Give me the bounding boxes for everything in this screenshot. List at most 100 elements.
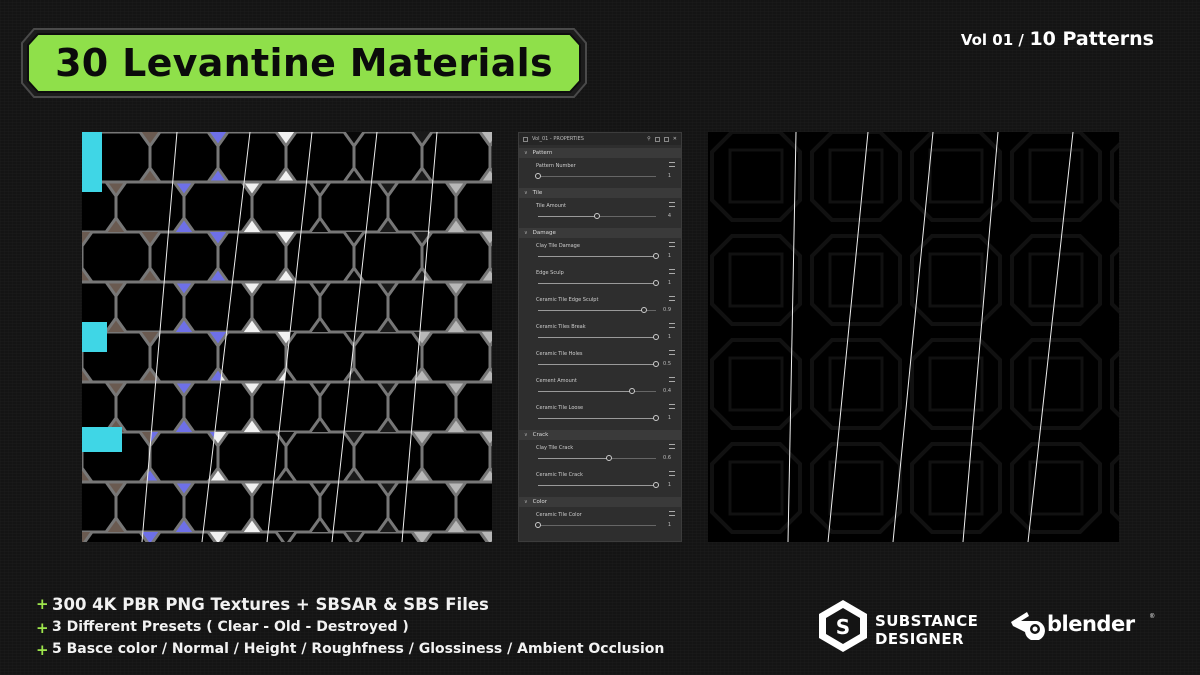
reset-icon[interactable] [669, 269, 675, 274]
maximize-icon[interactable] [663, 136, 669, 142]
close-icon[interactable]: ✕ [673, 136, 677, 142]
blender-logo: blender ® [1007, 608, 1157, 648]
slider-knob[interactable] [653, 280, 659, 286]
param-row: Clay Tile Damage 1 [519, 238, 681, 265]
slider-fill [538, 364, 656, 365]
param-label: Ceramic Tile Loose [536, 405, 584, 411]
substance-designer-logo: S SUBSTANCE DESIGNER [815, 598, 985, 654]
param-row: Ceramic Tile Color 1 [519, 507, 681, 534]
chevron-down-icon: ∨ [524, 190, 528, 196]
reset-icon[interactable] [669, 471, 675, 476]
section-header-pattern[interactable]: ∨ Pattern [519, 148, 681, 158]
param-row: Clay Tile Crack 0.6 [519, 440, 681, 467]
param-row: Edge Sculp 1 [519, 265, 681, 292]
param-value: 1 [667, 334, 671, 340]
reset-icon[interactable] [669, 202, 675, 207]
slider-fill [538, 216, 597, 217]
slider-knob[interactable] [653, 482, 659, 488]
panel-body: ∨ Pattern Pattern Number 1 ∨ Tile Tile Amount 4… [519, 148, 681, 534]
window-icon[interactable] [654, 136, 660, 142]
section-header-tile[interactable]: ∨ Tile [519, 188, 681, 198]
reset-icon[interactable] [669, 511, 675, 516]
slider-knob[interactable] [653, 334, 659, 340]
reset-icon[interactable] [669, 162, 675, 167]
param-label: Clay Tile Crack [536, 445, 574, 451]
title-badge: 30 Levantine Materials [20, 25, 588, 101]
slider-fill [538, 283, 656, 284]
slider-knob[interactable] [629, 388, 636, 394]
param-value: 0.6 [663, 455, 671, 461]
page-title: 30 Levantine Materials [55, 41, 553, 85]
reset-icon[interactable] [669, 377, 675, 382]
param-label: Ceramic Tiles Break [536, 324, 586, 330]
designer-label: DESIGNER [875, 630, 964, 648]
left-material-preview [82, 132, 492, 542]
plus-icon: + [36, 619, 49, 637]
pin-icon[interactable]: ⚲ [647, 136, 651, 142]
blender-icon [1011, 612, 1045, 640]
slider-fill [538, 418, 656, 419]
slider-knob[interactable] [535, 522, 541, 528]
feature-item: + 300 4K PBR PNG Textures + SBSAR & SBS … [36, 595, 489, 614]
section-header-color[interactable]: ∨ Color [519, 497, 681, 507]
feature-list: + 300 4K PBR PNG Textures + SBSAR & SBS … [36, 595, 664, 663]
slider-fill [538, 256, 656, 257]
reset-icon[interactable] [669, 444, 675, 449]
slider-knob[interactable] [641, 307, 648, 313]
volume-number: Vol 01 / [960, 31, 1024, 49]
plus-icon: + [36, 641, 49, 659]
reset-icon[interactable] [669, 242, 675, 247]
param-row: Ceramic Tile Edge Sculpt 0.9 [519, 292, 681, 319]
param-label: Tile Amount [536, 203, 566, 209]
param-value: 1 [667, 415, 671, 421]
param-label: Pattern Number [536, 163, 576, 169]
chevron-down-icon: ∨ [524, 150, 528, 156]
param-row: Ceramic Tile Crack 1 [519, 467, 681, 494]
param-value: 1 [667, 173, 671, 179]
reset-icon[interactable] [669, 296, 675, 301]
param-row: Ceramic Tiles Break 1 [519, 319, 681, 346]
reset-icon[interactable] [669, 323, 675, 328]
slider-knob[interactable] [605, 455, 612, 461]
slider-knob[interactable] [535, 173, 541, 179]
param-label: Edge Sculp [536, 270, 564, 276]
section-header-crack[interactable]: ∨ Crack [519, 430, 681, 440]
slider-knob[interactable] [594, 213, 600, 219]
param-row: Pattern Number 1 [519, 158, 681, 185]
param-label: Ceramic Tile Crack [536, 472, 583, 478]
slider-knob[interactable] [653, 253, 659, 259]
slider-fill [538, 485, 656, 486]
right-material-preview [708, 132, 1119, 542]
slider-knob[interactable] [653, 361, 659, 367]
param-value: 1 [667, 522, 671, 528]
document-icon [523, 136, 528, 142]
chevron-down-icon: ∨ [524, 230, 528, 236]
section-header-damage[interactable]: ∨ Damage [519, 228, 681, 238]
param-row: Tile Amount 4 [519, 198, 681, 225]
svg-text:S: S [836, 615, 850, 639]
slider-fill [538, 458, 609, 459]
param-label: Ceramic Tile Holes [536, 351, 583, 357]
slider-knob[interactable] [653, 415, 659, 421]
param-value: 4 [667, 213, 671, 219]
properties-panel: Vol_01 - PROPERTIES ⚲ ✕ ∨ Pattern Pattern … [518, 132, 682, 542]
pattern-count: 10 Patterns [1029, 28, 1154, 50]
panel-header: Vol_01 - PROPERTIES ⚲ ✕ [519, 133, 681, 145]
param-value: 0.4 [663, 388, 671, 394]
reset-icon[interactable] [669, 350, 675, 355]
param-value: 0.9 [663, 307, 671, 313]
param-value: 1 [667, 253, 671, 259]
substance-label: SUBSTANCE [875, 612, 979, 630]
slider-track[interactable] [538, 525, 656, 526]
panel-title: Vol_01 - PROPERTIES [532, 136, 584, 142]
param-row: Ceramic Tile Loose 1 [519, 400, 681, 427]
param-row: Ceramic Tile Holes 0.5 [519, 346, 681, 373]
reset-icon[interactable] [669, 404, 675, 409]
param-label: Clay Tile Damage [536, 243, 580, 249]
param-label: Ceramic Tile Color [536, 512, 582, 518]
slider-fill [538, 310, 645, 311]
slider-track[interactable] [538, 176, 656, 177]
param-value: 0.5 [663, 361, 671, 367]
feature-item: + 3 Different Presets ( Clear - Old - De… [36, 619, 409, 637]
feature-item: + 5 Basce color / Normal / Height / Roug… [36, 641, 665, 659]
